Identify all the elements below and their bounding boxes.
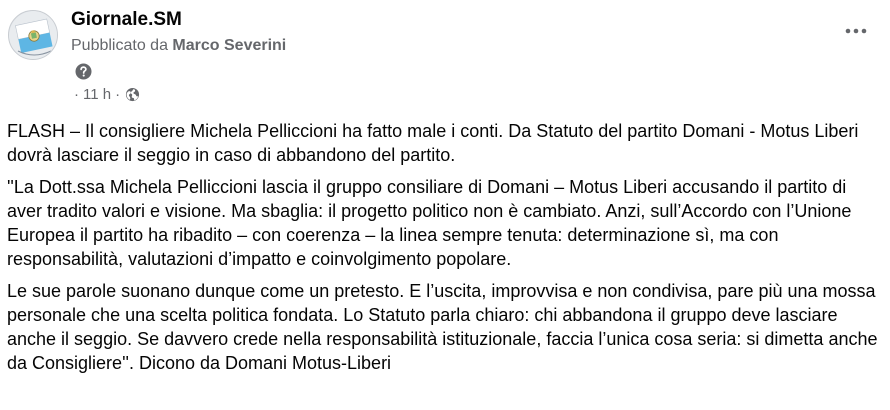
post-meta: · 11 h ·: [70, 86, 140, 103]
post-paragraph-1: FLASH – Il consigliere Michela Pelliccio…: [7, 121, 859, 165]
byline: Pubblicato da Marco Severini: [71, 37, 286, 55]
byline-prefix: Pubblicato da: [71, 37, 168, 54]
facebook-post: Giornale.SM Pubblicato da Marco Severini…: [0, 0, 890, 410]
meta-separator-2: ·: [115, 86, 121, 103]
meta-separator: ·: [74, 86, 79, 103]
page-avatar[interactable]: [8, 10, 58, 60]
san-marino-flag-avatar-icon: [9, 11, 57, 59]
page-name-link[interactable]: Giornale.SM: [71, 9, 182, 31]
post-paragraph-3: Le sue parole suonano dunque come un pre…: [7, 281, 878, 373]
author-link[interactable]: Marco Severini: [172, 37, 286, 54]
more-options-icon: [845, 28, 867, 34]
post-body: FLASH – Il consigliere Michela Pelliccio…: [7, 119, 885, 383]
more-options-button[interactable]: [838, 19, 874, 43]
globe-icon[interactable]: [125, 87, 140, 102]
post-paragraph-2: ''La Dott.ssa Michela Pelliccioni lascia…: [7, 177, 852, 269]
post-timestamp-link[interactable]: 11 h: [83, 86, 111, 103]
question-mark-icon[interactable]: [75, 63, 92, 80]
